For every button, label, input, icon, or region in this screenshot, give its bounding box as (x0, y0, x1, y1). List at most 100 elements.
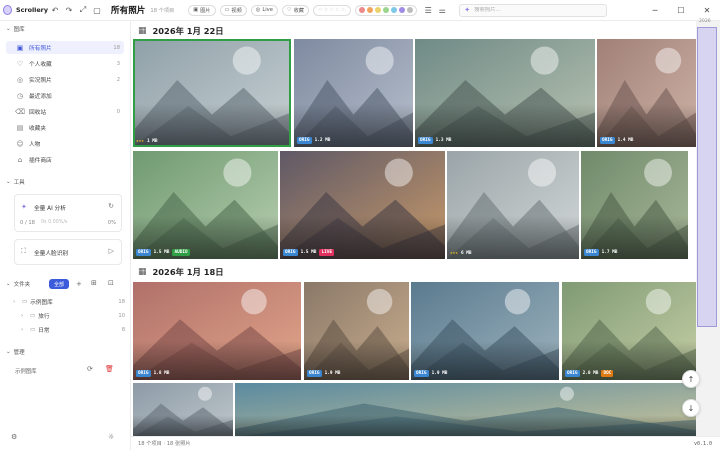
size-badge: 6 MB (460, 251, 472, 256)
photo-tile[interactable]: ★★★ 6 MB (447, 151, 579, 259)
sidebar-item[interactable]: ▤ 收藏夹 (6, 121, 124, 134)
panel-icon[interactable]: ▢ (90, 3, 104, 17)
sidebar-item[interactable]: ⌫ 回收站 0 (6, 105, 124, 118)
orig-badge: ORIG (414, 370, 429, 377)
ai-analysis-card: ✦ 全量 AI 分析 ↻ 0 / 18 0s 0.00%/s 0% (14, 194, 122, 232)
live-icon: ◎ (255, 7, 261, 13)
photo-badges: ORIG 1.9 MB (307, 370, 340, 377)
all-folders-button[interactable]: 全部 (49, 279, 69, 289)
chevron-right-icon: › (21, 327, 24, 333)
folder-add-icon[interactable]: ⊞ (91, 279, 97, 287)
photo-tile[interactable]: ORIG 1.2 MB (294, 39, 413, 147)
orig-badge: ORIG (584, 249, 599, 256)
folder-row-root[interactable]: › ▭ 示例图库 18 (13, 296, 125, 308)
color-swatch[interactable] (367, 7, 374, 13)
title-bar: Scrollery ↶ ↷ ⤢ ▢ 所有照片 18 个项目 ▣ 图片 ▭ 视频 ◎ L… (0, 0, 720, 21)
photo-tile[interactable]: ORIG 1.4 MB (597, 39, 696, 147)
size-badge: 1.4 MB (617, 138, 634, 143)
filter-chip-images[interactable]: ▣ 图片 (188, 4, 216, 16)
live-badge: LIVE (319, 249, 335, 256)
timeline-scrollbar[interactable]: 2026 (696, 19, 720, 450)
scroll-up-button[interactable]: ↑ (682, 370, 700, 388)
folder-icon: ▭ (30, 313, 36, 319)
filter-chip-video[interactable]: ▭ 视频 (219, 4, 247, 16)
sidebar-item[interactable]: ☺ 人物 (6, 137, 124, 150)
sidebar-item[interactable]: ◎ 实况照片 2 (6, 73, 124, 86)
group-date: 2026年 1月 22日 (152, 26, 224, 36)
folder-name: 旅行 (38, 314, 50, 320)
section-folders[interactable]: ⌄ 文件夹 (6, 280, 30, 288)
folder-row-daily[interactable]: › ▭ 日常 8 (21, 324, 125, 336)
undo-icon[interactable]: ↶ (48, 3, 62, 17)
section-manage[interactable]: ⌄ 管理 (6, 348, 25, 356)
manage-library-name: 示例图库 (15, 369, 37, 375)
orig-badge: ORIG (136, 249, 151, 256)
minimize-button[interactable]: ─ (642, 0, 668, 20)
app-window: Scrollery ↶ ↷ ⤢ ▢ 所有照片 18 个项目 ▣ 图片 ▭ 视频 ◎ L… (0, 0, 720, 450)
color-swatch[interactable] (359, 7, 366, 13)
rating-filter[interactable]: ☆☆☆☆☆ (312, 4, 352, 16)
chevron-right-icon: › (13, 299, 16, 305)
maximize-button[interactable]: ☐ (668, 0, 694, 20)
folder-row-travel[interactable]: › ▭ 旅行 10 (21, 310, 125, 322)
sidebar-item[interactable]: ▣ 所有照片 18 (6, 41, 124, 54)
sidebar-item-label: 实况照片 (29, 78, 52, 84)
settings-icon[interactable]: ⚙ (11, 433, 17, 441)
sidebar-item[interactable]: ⌂ 插件商店 (6, 153, 124, 166)
filter-icon[interactable]: ☰ (421, 3, 435, 17)
delete-icon[interactable]: 🗑 (105, 365, 114, 373)
sidebar-item-count: 2 (116, 76, 120, 83)
color-swatch[interactable] (391, 7, 398, 13)
item-count: 18 个项目 (150, 7, 175, 14)
sidebar-item[interactable]: ◷ 最近添加 (6, 89, 124, 102)
size-badge: 1.7 MB (601, 250, 618, 255)
scroll-down-button[interactable]: ↓ (682, 399, 700, 417)
search-input[interactable] (474, 7, 585, 13)
photo-thumbnail (294, 39, 413, 147)
photo-badges: ORIG 1.7 MB (584, 249, 617, 256)
sidebar-item-label: 个人收藏 (29, 62, 52, 68)
photo-tile[interactable]: ORIG 1.9 MB (411, 282, 559, 380)
color-swatch[interactable] (407, 7, 414, 13)
refresh-icon[interactable]: ↻ (108, 202, 114, 210)
photo-tile[interactable]: ORIG 1.8 MB (133, 282, 301, 380)
add-icon[interactable]: + (76, 280, 82, 288)
photo-badges: ORIG 1.8 MB (136, 370, 169, 377)
photo-tile[interactable]: ORIG 1.9 MB (304, 282, 409, 380)
photo-tile[interactable]: ★★★ 1 MB (133, 39, 291, 147)
play-icon[interactable]: ▷ (109, 247, 114, 255)
color-swatch[interactable] (383, 7, 390, 13)
expand-icon[interactable]: ⤢ (76, 3, 90, 17)
photo-tile[interactable]: ORIG 1.5 MB LIVE (280, 151, 445, 259)
photo-tile[interactable] (133, 383, 233, 436)
audio-badge: AUDIO (172, 249, 190, 256)
filter-chip-favorites[interactable]: ♡ 收藏 (281, 4, 309, 16)
close-button[interactable]: ✕ (694, 0, 720, 20)
sliders-icon[interactable]: ⚌ (435, 3, 449, 17)
sidebar-item-count: 0 (116, 108, 120, 115)
photo-tile[interactable]: ORIG 1.7 MB (581, 151, 688, 259)
photo-tile[interactable]: ORIG 2.0 MB DOC (562, 282, 696, 380)
section-library[interactable]: ⌄ 图库 (6, 25, 25, 33)
scroll-thumb[interactable] (697, 27, 717, 327)
folder-import-icon[interactable]: ⊡ (108, 279, 114, 287)
search-box[interactable]: ✦ (459, 3, 608, 17)
image-icon: ▣ (193, 7, 199, 13)
filter-chip-live[interactable]: ◎ Live (250, 4, 278, 16)
calendar-icon: ▦ (138, 267, 147, 277)
orig-badge: ORIG (565, 370, 580, 377)
color-swatch[interactable] (375, 7, 382, 13)
redo-icon[interactable]: ↷ (62, 3, 76, 17)
folder-count: 18 (118, 299, 125, 305)
photo-tile[interactable]: ORIG 1.5 MB AUDIO (133, 151, 278, 259)
color-swatch[interactable] (399, 7, 406, 13)
section-tools[interactable]: ⌄ 工具 (6, 178, 25, 186)
photo-tile[interactable] (235, 383, 696, 436)
sync-icon[interactable]: ⟳ (87, 365, 93, 373)
photo-tile[interactable]: ORIG 1.3 MB (415, 39, 595, 147)
theme-icon[interactable]: ☼ (108, 433, 114, 441)
photo-thumbnail (562, 282, 696, 380)
sidebar-item[interactable]: ♡ 个人收藏 3 (6, 57, 124, 70)
size-badge: 1.5 MB (300, 250, 317, 255)
photo-thumbnail (235, 383, 696, 436)
